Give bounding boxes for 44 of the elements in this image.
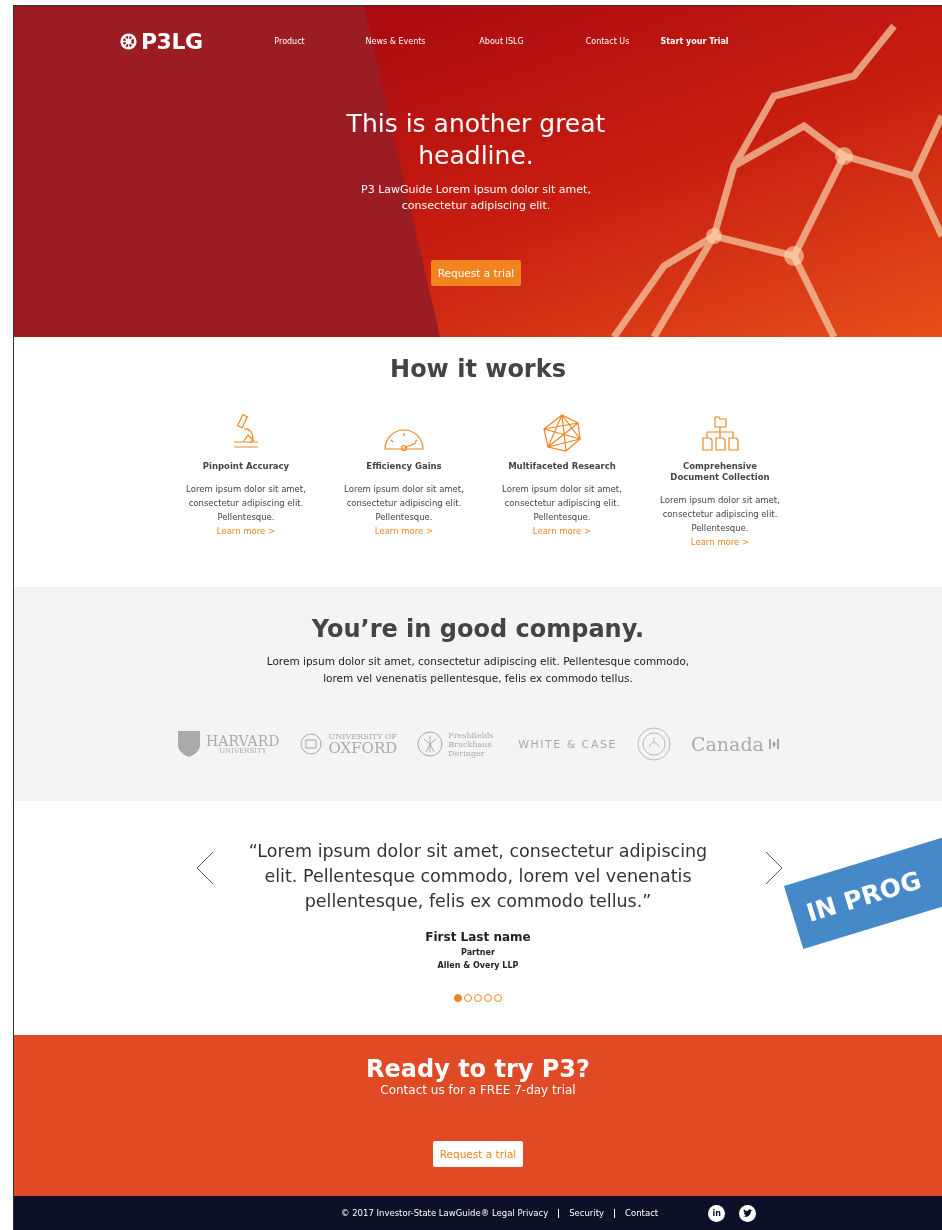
nav-link[interactable]: News & Events [342,36,449,46]
testimonial-name: First Last name [425,930,531,944]
polyhedron-icon [542,413,582,453]
partner-subtitle: UNIVERSITY OF [328,732,398,741]
hero-subtitle: P3 LawGuide Lorem ipsum dolor sit amet, consectetur adipiscing elit. [361,182,591,214]
bird-icon[interactable] [739,1204,757,1222]
feature-text: Lorem ipsum dolor sit amet, consectetur adipiscing elit. Pellentesque. [659,494,781,535]
gear-icon [120,32,137,50]
partner-name: Freshfields Bruckhaus Deringer [448,730,495,758]
hierarchy-icon [701,415,739,453]
testimonial-company: Allen & Overy LLP [437,961,519,970]
feature-title: Comprehensive Document Collection [669,461,771,483]
partner-name: HARVARD [206,733,280,748]
nav-link[interactable]: Contact Us [554,36,661,46]
section-title: How it works [390,355,566,383]
carousel-dot[interactable] [454,994,462,1002]
section-title: You’re in good company. [311,615,645,643]
feature-text: Lorem ipsum dolor sit amet, consectetur adipiscing elit. Pellentesque. [185,483,307,524]
logo[interactable]: P3LG [141,28,203,54]
shield-icon [177,730,202,758]
testimonial-role: Partner [461,948,495,957]
feature-title: Efficiency Gains [365,461,443,472]
feature-text: Lorem ipsum dolor sit amet, consectetur adipiscing elit. Pellentesque. [343,483,465,524]
partner-name: OXFORD [328,740,398,756]
partner-name: WHITE & CASE [518,737,617,751]
hero-headline: This is another great headline. [345,108,607,172]
crest-icon [299,731,324,757]
emblem-icon [637,727,671,761]
feature-text: Lorem ipsum dolor sit amet, consectetur adipiscing elit. Pellentesque. [501,483,623,524]
partner-name: Canada [691,733,764,755]
copyright-text: © 2017 Investor-State LawGuide® Legal Privacy [341,1208,549,1218]
cta-subtitle: Contact us for a FREE 7-day trial [380,1083,576,1097]
testimonial-quote: “Lorem ipsum dolor sit amet, consectetur adipiscing elit. Pellentesque commodo, lorem vel venenatis pellentesque, felis ex commodo tellus.” [247,840,709,913]
nav-link[interactable]: About ISLG [448,36,555,46]
footer-link[interactable]: Contact [625,1208,659,1218]
footer-link[interactable]: Security [569,1208,605,1218]
nav-link[interactable]: Start your Trial [660,36,729,46]
gauge-icon [383,427,425,453]
section-text: Lorem ipsum dolor sit amet, consectetur adipiscing elit. Pellentesque commodo, lorem vel venenatis pellentesque, felis ex commodo tellus. [265,654,691,686]
nav-link[interactable]: Product [236,36,343,46]
feature-title: Multifaceted Research [507,461,617,472]
cta-title: Ready to try P3? [366,1055,590,1083]
feature-title: Pinpoint Accuracy [201,461,291,472]
linkedin-icon[interactable]: in [708,1204,726,1222]
